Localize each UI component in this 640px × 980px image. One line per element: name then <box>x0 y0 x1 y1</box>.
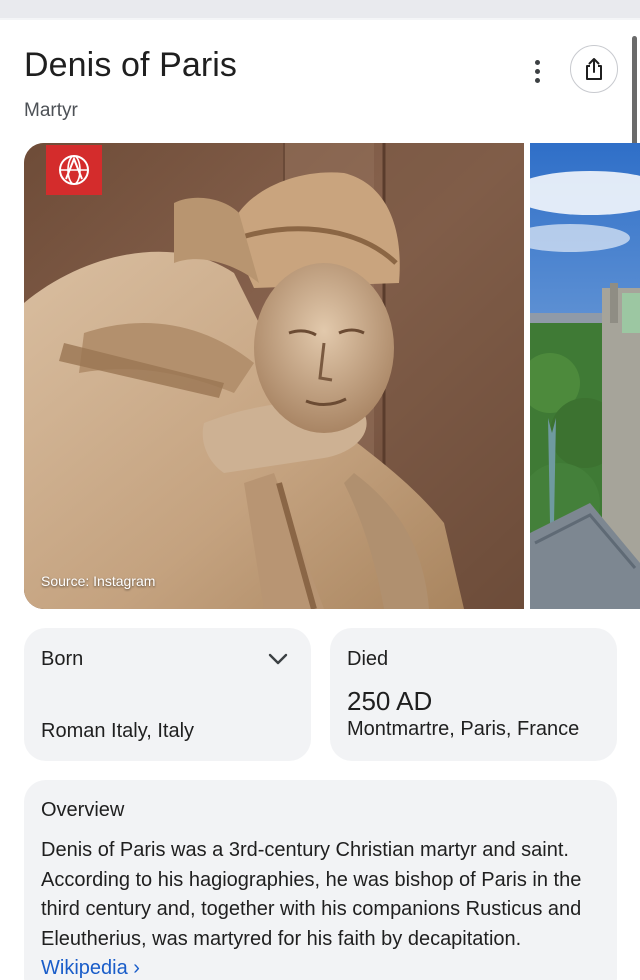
statue-illustration <box>24 143 524 609</box>
overview-text: Denis of Paris was a 3rd-century Christi… <box>41 836 611 980</box>
chevron-down-icon[interactable] <box>267 650 289 668</box>
died-card[interactable]: Died 250 AD Montmartre, Paris, France <box>330 628 617 761</box>
dot-icon <box>534 77 540 83</box>
born-card[interactable]: Born Roman Italy, Italy <box>24 628 311 761</box>
cathedral-illustration <box>530 143 640 609</box>
page-subtitle: Martyr <box>24 100 78 121</box>
top-strip-edge <box>0 18 640 20</box>
dot-icon <box>534 59 540 65</box>
statue-image[interactable]: Source: Instagram <box>24 143 524 609</box>
born-label: Born <box>41 648 84 670</box>
cathedral-image[interactable] <box>530 143 640 609</box>
top-strip <box>0 0 640 20</box>
globe-logo-icon <box>59 155 89 185</box>
more-options-button[interactable] <box>522 56 552 86</box>
wikipedia-link[interactable]: Wikipedia › <box>41 957 140 979</box>
share-button[interactable] <box>570 45 618 93</box>
logo-badge <box>46 145 102 195</box>
dot-icon <box>534 68 540 74</box>
overview-title: Overview <box>41 799 125 821</box>
page-title: Denis of Paris <box>24 46 238 84</box>
image-source-label: Source: Instagram <box>41 573 156 589</box>
born-value: Roman Italy, Italy <box>41 720 195 742</box>
died-year: 250 AD <box>347 686 433 716</box>
overview-body: Denis of Paris was a 3rd-century Christi… <box>41 839 582 950</box>
share-icon <box>586 58 602 80</box>
overview-card: Overview Denis of Paris was a 3rd-centur… <box>24 780 617 980</box>
died-place: Montmartre, Paris, France <box>347 718 580 740</box>
died-label: Died <box>347 648 389 670</box>
